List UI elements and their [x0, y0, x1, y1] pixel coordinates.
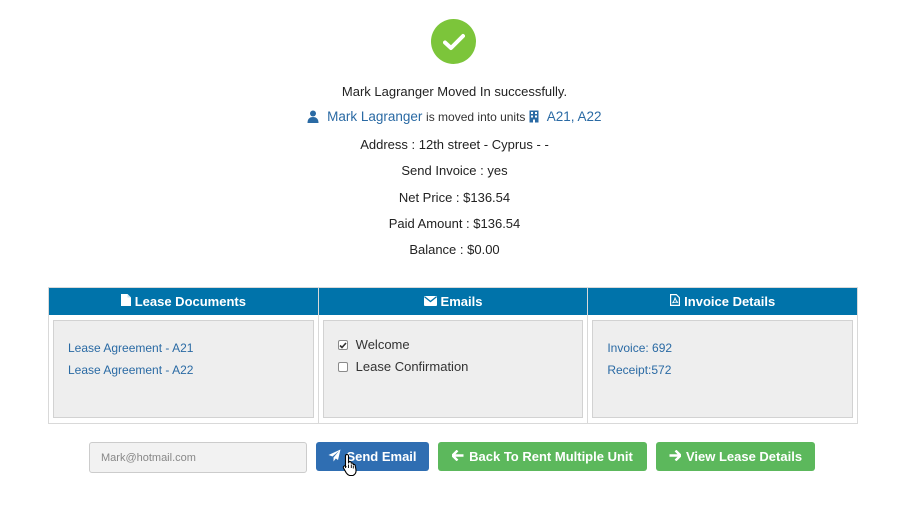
- send-email-button[interactable]: Send Email: [316, 442, 429, 471]
- arrow-left-icon: [451, 449, 464, 464]
- pdf-file-icon: [670, 294, 681, 309]
- welcome-checkbox[interactable]: [337, 340, 348, 350]
- arrow-right-icon: [669, 449, 682, 464]
- envelope-icon: [423, 294, 437, 309]
- invoice-details-body: Invoice: 692 Receipt:572: [592, 320, 854, 418]
- documents-panels: Lease Documents Lease Agreement - A21 Le…: [48, 287, 858, 424]
- lease-agreement-a21-link[interactable]: Lease Agreement - A21: [68, 337, 299, 359]
- success-check-icon: [431, 19, 476, 64]
- paper-plane-icon: [328, 449, 341, 465]
- file-icon: [120, 294, 131, 309]
- building-icon: [529, 110, 539, 126]
- back-to-rent-multiple-unit-button[interactable]: Back To Rent Multiple Unit: [438, 442, 647, 471]
- tenant-name: Mark Lagranger: [327, 109, 423, 124]
- lease-documents-body: Lease Agreement - A21 Lease Agreement - …: [53, 320, 314, 418]
- welcome-email-option[interactable]: Welcome: [337, 334, 569, 356]
- emails-panel: Emails Welcome Lease Confirmation: [317, 288, 588, 423]
- view-lease-details-button[interactable]: View Lease Details: [656, 442, 815, 471]
- lease-confirmation-option[interactable]: Lease Confirmation: [337, 356, 569, 378]
- lease-confirmation-label: Lease Confirmation: [355, 359, 469, 374]
- emails-body: Welcome Lease Confirmation: [322, 320, 584, 418]
- invoice-link[interactable]: Invoice: 692: [607, 337, 838, 359]
- welcome-label: Welcome: [355, 337, 410, 352]
- lease-documents-panel: Lease Documents Lease Agreement - A21 Le…: [49, 288, 318, 423]
- receipt-link[interactable]: Receipt:572: [607, 359, 838, 381]
- tenant-units-line: Mark Lagranger is moved into units A21, …: [0, 109, 909, 126]
- lease-documents-header: Lease Documents: [49, 288, 318, 315]
- invoice-details-panel: Invoice Details Invoice: 692 Receipt:572: [587, 288, 858, 423]
- back-to-rent-multiple-unit-label: Back To Rent Multiple Unit: [469, 449, 633, 464]
- address-line: Address : 12th street - Cyprus - -: [360, 137, 549, 152]
- view-lease-details-label: View Lease Details: [685, 449, 803, 464]
- lease-documents-title: Lease Documents: [134, 294, 246, 309]
- lease-confirmation-checkbox[interactable]: [337, 362, 348, 372]
- paid-amount-line: Paid Amount : $136.54: [388, 216, 521, 231]
- send-invoice-line: Send Invoice : yes: [401, 163, 508, 178]
- user-icon: [307, 110, 319, 126]
- unit-list: A21, A22: [546, 109, 602, 124]
- email-input[interactable]: [89, 442, 307, 473]
- net-price-line: Net Price : $136.54: [398, 190, 511, 205]
- moved-into-text: is moved into units: [426, 110, 526, 124]
- emails-header: Emails: [318, 288, 588, 315]
- hand-pointer-cursor-icon: [342, 453, 358, 482]
- lease-agreement-a22-link[interactable]: Lease Agreement - A22: [68, 359, 299, 381]
- invoice-details-title: Invoice Details: [684, 294, 776, 309]
- success-message: Mark Lagranger Moved In successfully.: [341, 84, 568, 99]
- emails-title: Emails: [440, 294, 483, 309]
- invoice-details-header: Invoice Details: [588, 288, 858, 315]
- balance-line: Balance : $0.00: [409, 242, 500, 257]
